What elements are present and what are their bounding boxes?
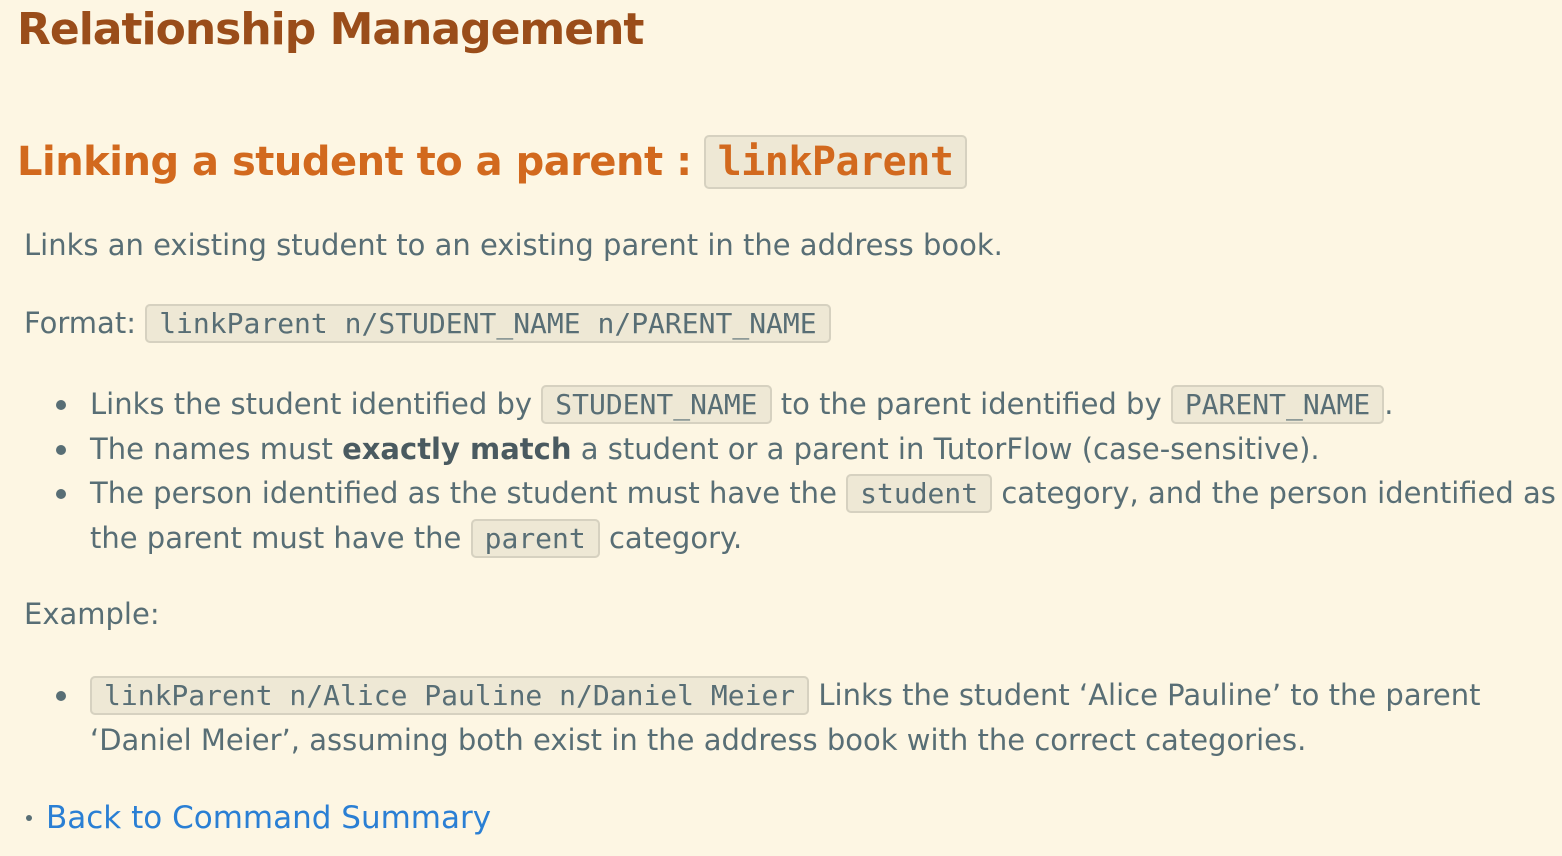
emphasis-text: exactly match: [342, 432, 572, 466]
inline-code-parent-name: PARENT_NAME: [1170, 385, 1385, 424]
inline-code-student-name: STUDENT_NAME: [541, 385, 772, 424]
list-item: linkParent n/Alice Pauline n/Daniel Meie…: [54, 673, 1562, 762]
section-heading-text: Linking a student to a parent :: [17, 139, 692, 185]
bullet-icon: [56, 691, 66, 701]
example-code: linkParent n/Alice Pauline n/Daniel Meie…: [90, 676, 810, 715]
list-item: The names must exactly match a student o…: [54, 427, 1562, 471]
back-to-command-summary-link[interactable]: Back to Command Summary: [46, 800, 491, 836]
format-line: Format: linkParent n/STUDENT_NAME n/PARE…: [24, 304, 831, 343]
section-heading-code: linkParent: [703, 135, 968, 189]
page-title: Relationship Management: [17, 4, 644, 55]
example-list: linkParent n/Alice Pauline n/Daniel Meie…: [54, 673, 1562, 762]
format-code: linkParent n/STUDENT_NAME n/PARENT_NAME: [145, 304, 831, 343]
example-text: Links the student ‘Alice Pauline’ to the…: [818, 678, 1481, 712]
example-text: ‘Daniel Meier’, assuming both exist in t…: [90, 723, 1307, 757]
bullet-text: The names must: [90, 432, 333, 466]
bullet-text: category, and the person identified as: [1001, 476, 1556, 510]
back-link-row: Back to Command Summary: [26, 800, 491, 836]
documentation-page: Relationship Management Linking a studen…: [0, 0, 1562, 856]
inline-code-student: student: [846, 474, 993, 513]
bullet-text: The person identified as the student mus…: [90, 476, 837, 510]
bullet-icon: [56, 400, 66, 410]
bullet-text: to the parent identified by: [780, 387, 1162, 421]
bullet-icon: [56, 489, 66, 499]
list-item: Links the student identified by STUDENT_…: [54, 382, 1562, 427]
bullet-text: .: [1384, 387, 1394, 421]
bullet-text: a student or a parent in TutorFlow (case…: [580, 432, 1320, 466]
bullet-text: category.: [608, 521, 743, 555]
bullet-text: Links the student identified by: [90, 387, 533, 421]
bullet-icon: [26, 815, 32, 821]
format-label: Format:: [24, 306, 136, 340]
command-description: Links an existing student to an existing…: [24, 228, 1003, 262]
inline-code-parent: parent: [470, 519, 600, 558]
bullet-text: the parent must have the: [90, 521, 462, 555]
bullet-icon: [56, 445, 66, 455]
section-heading: Linking a student to a parent : linkPare…: [17, 135, 968, 189]
notes-list: Links the student identified by STUDENT_…: [54, 382, 1562, 561]
list-item: The person identified as the student mus…: [54, 471, 1562, 561]
example-label: Example:: [24, 597, 160, 631]
